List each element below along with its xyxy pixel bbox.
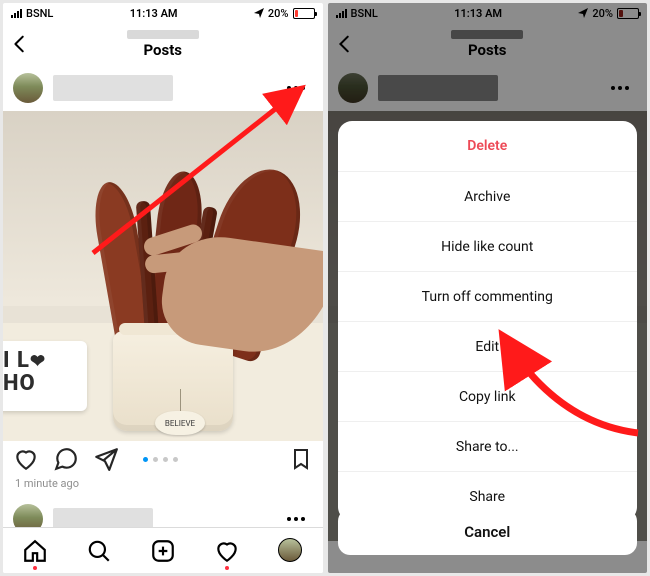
post-header: [3, 65, 323, 111]
post-timestamp: 1 minute ago: [3, 477, 323, 490]
nav-header: Posts: [3, 23, 323, 65]
tab-activity[interactable]: [214, 538, 240, 564]
sheet-turn-off-commenting[interactable]: Turn off commenting: [338, 271, 638, 321]
post-actions: [3, 441, 323, 477]
phone-left: BSNL 11:13 AM 20% Posts: [3, 3, 323, 573]
sheet-edit[interactable]: Edit: [338, 321, 638, 371]
bookmark-icon[interactable]: [289, 447, 313, 471]
avatar[interactable]: [13, 73, 43, 103]
sheet-delete[interactable]: Delete: [338, 121, 638, 171]
more-options-button[interactable]: [279, 78, 313, 98]
sheet-copy-link[interactable]: Copy link: [338, 371, 638, 421]
jar-tag: BELIEVE: [155, 411, 205, 435]
share-icon[interactable]: [93, 446, 119, 472]
tab-new-post[interactable]: [150, 538, 176, 564]
back-button[interactable]: [9, 33, 31, 55]
tab-profile[interactable]: [278, 538, 304, 564]
signal-icon: [11, 8, 22, 18]
tab-home[interactable]: [22, 538, 48, 564]
status-bar: BSNL 11:13 AM 20%: [3, 3, 323, 23]
battery-icon: [293, 8, 315, 19]
sheet-archive[interactable]: Archive: [338, 171, 638, 221]
status-time: 11:13 AM: [130, 7, 178, 20]
phone-right: BSNL 11:13 AM 20% Posts: [328, 3, 648, 573]
page-title: Posts: [127, 41, 199, 59]
sheet-share-to[interactable]: Share to...: [338, 421, 638, 471]
tab-bar: [3, 527, 323, 573]
more-options-button[interactable]: [279, 509, 313, 529]
tab-search[interactable]: [86, 538, 112, 564]
like-icon[interactable]: [13, 446, 39, 472]
carrier-label: BSNL: [26, 7, 53, 20]
decor-card: I L❤ HO: [3, 341, 87, 411]
post-image[interactable]: BELIEVE I L❤ HO: [3, 111, 323, 441]
post-username-redacted[interactable]: [53, 75, 173, 101]
location-icon: [254, 8, 264, 18]
carousel-indicator: [143, 457, 183, 462]
username-redacted: [127, 30, 199, 39]
sheet-hide-like-count[interactable]: Hide like count: [338, 221, 638, 271]
sheet-cancel[interactable]: Cancel: [338, 509, 638, 555]
action-sheet: Delete Archive Hide like count Turn off …: [338, 121, 638, 521]
battery-percent: 20%: [268, 7, 289, 20]
comment-icon[interactable]: [53, 446, 79, 472]
